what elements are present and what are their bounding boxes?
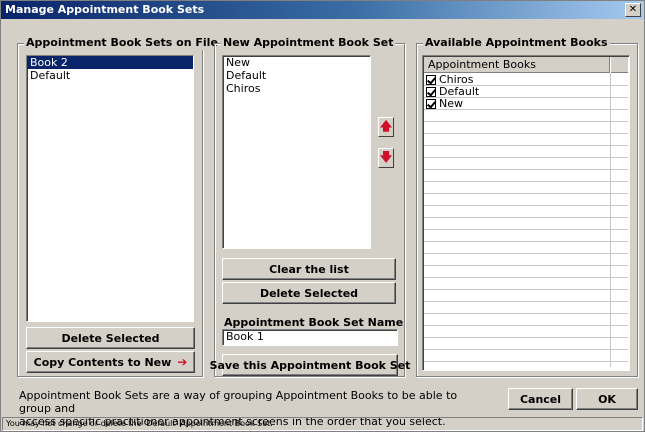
table-row	[424, 314, 628, 326]
window-title: Manage Appointment Book Sets	[5, 3, 205, 16]
copy-contents-to-new-button[interactable]: Copy Contents to New ➔	[26, 351, 195, 373]
delete-selected-new-button[interactable]: Delete Selected	[222, 282, 396, 304]
table-row	[424, 194, 628, 206]
table-row	[424, 218, 628, 230]
table-row	[424, 182, 628, 194]
sets-on-file-title: Appointment Book Sets on File	[24, 36, 220, 50]
book-checkbox[interactable]	[426, 87, 436, 97]
sets-list-item[interactable]: Book 2	[27, 56, 193, 69]
status-text: You may not change or delete the 'Defaul…	[6, 419, 273, 428]
set-name-label: Appointment Book Set Name	[224, 316, 404, 329]
available-books-group: Available Appointment Books Appointment …	[416, 36, 638, 377]
book-checkbox[interactable]	[426, 99, 436, 109]
clear-list-label: Clear the list	[269, 262, 349, 276]
title-bar: Manage Appointment Book Sets ✕	[1, 1, 644, 19]
table-row	[424, 170, 628, 182]
arrow-down-icon: 🡇	[379, 149, 393, 164]
book-checkbox[interactable]	[426, 75, 436, 85]
info-line-1: Appointment Book Sets are a way of group…	[19, 389, 458, 415]
table-row	[424, 158, 628, 170]
cancel-label: Cancel	[519, 392, 562, 406]
move-down-button[interactable]: 🡇	[378, 148, 394, 168]
column-header-appointment-books[interactable]: Appointment Books	[424, 57, 610, 73]
table-row	[424, 338, 628, 350]
move-up-button[interactable]: 🡅	[378, 117, 394, 137]
table-row	[424, 242, 628, 254]
arrow-up-icon: 🡅	[379, 118, 393, 133]
sets-on-file-group: Appointment Book Sets on File Book 2 Defa…	[17, 36, 220, 377]
table-row	[424, 302, 628, 314]
status-bar: You may not change or delete the 'Defaul…	[2, 417, 643, 431]
ok-button[interactable]: OK	[576, 388, 638, 410]
table-row	[424, 110, 628, 122]
new-set-list-item[interactable]: New	[223, 56, 370, 69]
table-row	[424, 230, 628, 242]
copy-contents-label: Copy Contents to New	[33, 355, 172, 369]
book-cell: New	[426, 98, 463, 110]
table-row	[424, 146, 628, 158]
manage-appointment-book-sets-dialog: Manage Appointment Book Sets ✕ Appointme…	[0, 0, 645, 432]
clear-list-button[interactable]: Clear the list	[222, 258, 396, 280]
delete-selected-set-label: Delete Selected	[61, 331, 160, 345]
available-books-grid[interactable]: Appointment Books Chiros Default New	[422, 55, 630, 371]
delete-selected-new-label: Delete Selected	[259, 286, 359, 300]
table-row	[424, 326, 628, 338]
set-name-input[interactable]: Book 1	[222, 329, 398, 346]
table-row	[424, 254, 628, 266]
table-row[interactable]: New	[424, 98, 628, 110]
new-set-group: New Appointment Book Set New Default Chiro…	[210, 36, 410, 377]
table-row	[424, 290, 628, 302]
new-set-list-item[interactable]: Default	[223, 69, 370, 82]
table-row	[424, 266, 628, 278]
new-set-list[interactable]: New Default Chiros	[222, 55, 371, 249]
table-row	[424, 122, 628, 134]
book-label: New	[439, 97, 463, 110]
table-row	[424, 350, 628, 362]
table-row	[424, 206, 628, 218]
save-set-button[interactable]: Save this Appointment Book Set	[210, 354, 410, 376]
sets-on-file-list[interactable]: Book 2 Default	[26, 55, 194, 322]
sets-list-item[interactable]: Default	[27, 69, 193, 82]
table-row	[424, 134, 628, 146]
new-set-list-item[interactable]: Chiros	[223, 82, 370, 95]
new-set-title: New Appointment Book Set	[221, 36, 396, 50]
arrow-right-icon: ➔	[177, 355, 188, 369]
close-icon: ✕	[628, 4, 638, 15]
table-row	[424, 278, 628, 290]
delete-selected-set-button[interactable]: Delete Selected	[26, 327, 195, 349]
column-header-blank	[611, 57, 628, 73]
ok-label: OK	[598, 392, 616, 406]
cancel-button[interactable]: Cancel	[508, 388, 573, 410]
close-button[interactable]: ✕	[625, 3, 641, 17]
save-set-label: Save this Appointment Book Set	[209, 358, 411, 372]
available-books-title: Available Appointment Books	[423, 36, 610, 50]
